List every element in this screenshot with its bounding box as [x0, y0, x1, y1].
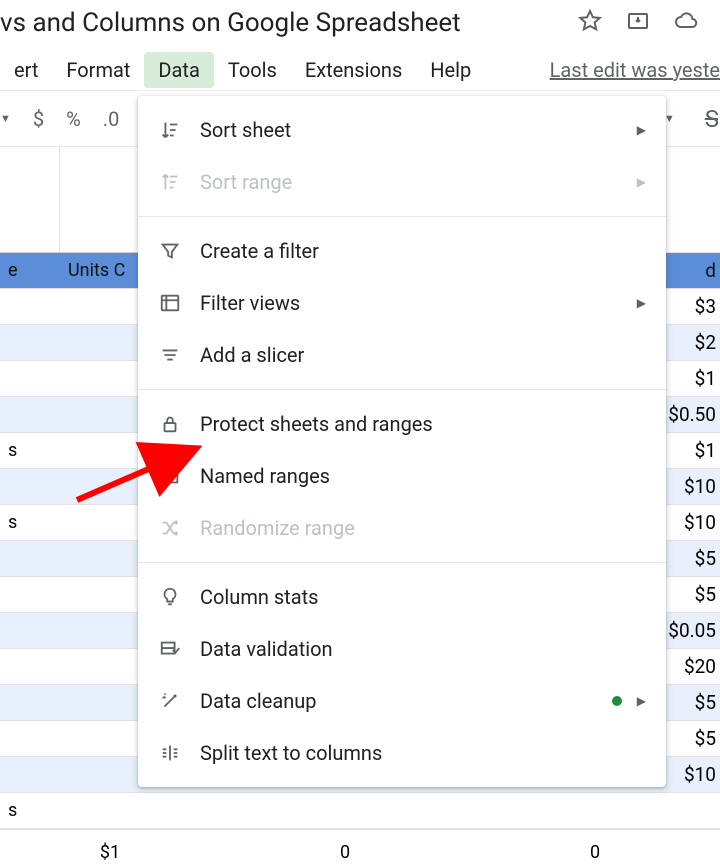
menu-item-label: Sort sheet [200, 118, 291, 142]
menu-filter-views[interactable]: Filter views ▶ [138, 277, 666, 329]
menu-help[interactable]: Help [416, 52, 485, 88]
currency-button[interactable]: $ [33, 107, 44, 131]
chevron-right-icon: ▶ [637, 123, 646, 137]
cloud-icon[interactable] [674, 9, 698, 37]
last-visible-column[interactable]: d $3 $2 $1 $0.50 $1 $10 $10 $5 $5 $0.05 … [660, 147, 720, 793]
menu-add-slicer[interactable]: Add a slicer [138, 329, 666, 381]
sort-sheet-icon [158, 119, 182, 141]
named-ranges-icon [158, 465, 182, 487]
menu-protect-sheets[interactable]: Protect sheets and ranges [138, 398, 666, 450]
title-bar: vs and Columns on Google Spreadsheet [0, 0, 720, 50]
document-title[interactable]: vs and Columns on Google Spreadsheet [0, 8, 461, 38]
sort-range-icon [158, 171, 182, 193]
filter-views-icon [158, 292, 182, 314]
table-row[interactable]: $1 0 0 [0, 829, 720, 865]
menu-sort-sheet[interactable]: Sort sheet ▶ [138, 104, 666, 156]
menu-item-label: Column stats [200, 585, 318, 609]
menu-split-text[interactable]: Split text to columns [138, 727, 666, 779]
menu-item-label: Filter views [200, 291, 300, 315]
menu-tools[interactable]: Tools [214, 52, 291, 88]
decimal-button[interactable]: .0 [103, 107, 120, 131]
menu-format[interactable]: Format [52, 52, 144, 88]
menu-randomize-range: Randomize range [138, 502, 666, 554]
menu-item-label: Randomize range [200, 516, 355, 540]
data-menu-dropdown: Sort sheet ▶ Sort range ▶ Create a filte… [138, 96, 666, 787]
menu-item-label: Named ranges [200, 464, 330, 488]
menu-column-stats[interactable]: Column stats [138, 571, 666, 623]
data-validation-icon [158, 638, 182, 660]
star-icon[interactable] [578, 9, 602, 37]
menu-data-validation[interactable]: Data validation [138, 623, 666, 675]
menu-item-label: Data validation [200, 637, 333, 661]
chevron-right-icon: ▶ [637, 296, 646, 310]
slicer-icon [158, 344, 182, 366]
menu-data-cleanup[interactable]: Data cleanup ▶ [138, 675, 666, 727]
menu-create-filter[interactable]: Create a filter [138, 225, 666, 277]
menu-item-label: Protect sheets and ranges [200, 412, 433, 436]
percent-button[interactable]: % [66, 107, 81, 131]
menu-insert[interactable]: ert [0, 52, 52, 88]
last-edit-link[interactable]: Last edit was yeste [550, 58, 720, 82]
lock-icon [158, 413, 182, 435]
toolbar-more-dropdown[interactable]: ▼ [0, 112, 11, 125]
menu-item-label: Create a filter [200, 239, 319, 263]
menu-item-label: Sort range [200, 170, 292, 194]
menu-named-ranges[interactable]: Named ranges [138, 450, 666, 502]
menu-extensions[interactable]: Extensions [291, 52, 416, 88]
menu-item-label: Split text to columns [200, 741, 382, 765]
magic-wand-icon [158, 690, 182, 712]
filter-icon [158, 240, 182, 262]
lightbulb-icon [158, 586, 182, 608]
move-icon[interactable] [626, 9, 650, 37]
last-col-header[interactable]: d [660, 253, 720, 289]
menu-item-label: Data cleanup [200, 689, 317, 713]
menu-sort-range: Sort range ▶ [138, 156, 666, 208]
chevron-right-icon: ▶ [637, 175, 646, 189]
status-dot-icon [612, 696, 622, 706]
toolbar-right-dropdown[interactable]: ▼ [664, 112, 683, 125]
chevron-right-icon: ▶ [637, 694, 646, 708]
menu-data[interactable]: Data [144, 52, 213, 88]
menu-bar: ert Format Data Tools Extensions Help La… [0, 50, 720, 90]
menu-item-label: Add a slicer [200, 343, 304, 367]
split-columns-icon [158, 742, 182, 764]
table-row[interactable]: s [0, 793, 720, 829]
col-a-header[interactable]: e [0, 253, 60, 288]
strikethrough-button[interactable]: S [705, 105, 720, 133]
shuffle-icon [158, 517, 182, 539]
